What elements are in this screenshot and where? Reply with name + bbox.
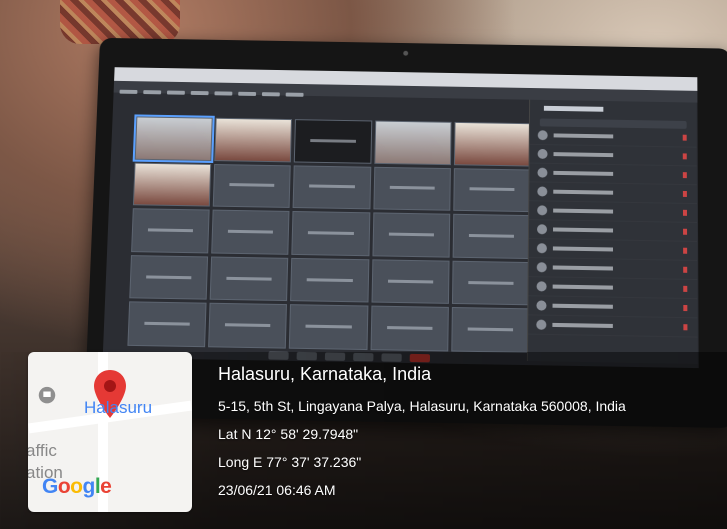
longitude: Long E 77° 37' 37.236" xyxy=(218,454,362,470)
video-tile xyxy=(290,257,369,303)
video-tile xyxy=(127,301,207,348)
logo-letter: o xyxy=(70,475,83,498)
video-tile xyxy=(453,167,531,213)
logo-letter: o xyxy=(57,475,71,498)
video-tile xyxy=(294,119,372,164)
video-tile xyxy=(452,213,531,259)
google-logo: Google xyxy=(42,475,112,499)
participants-panel xyxy=(526,99,698,365)
video-tile xyxy=(131,208,210,254)
street-address: 5-15, 5th St, Lingayana Palya, Halasuru,… xyxy=(218,398,626,414)
timestamp: 23/06/21 06:46 AM xyxy=(218,482,336,498)
video-tile xyxy=(370,305,449,352)
video-tile xyxy=(132,114,215,163)
webcam-icon xyxy=(403,50,409,56)
logo-letter: G xyxy=(42,475,58,498)
video-tile xyxy=(291,211,370,257)
video-tile xyxy=(451,307,530,353)
video-tile xyxy=(453,121,531,167)
laptop-screen xyxy=(102,67,699,369)
map-place-label: Halasuru xyxy=(84,398,153,417)
video-tile xyxy=(209,256,289,302)
video-tile xyxy=(373,166,451,211)
video-tile xyxy=(208,303,288,349)
logo-letter: g xyxy=(82,475,96,498)
latitude: Lat N 12° 58' 29.7948" xyxy=(218,426,359,442)
video-tile xyxy=(373,120,452,165)
video-tile xyxy=(212,163,292,209)
video-tile xyxy=(211,209,290,255)
video-tile xyxy=(292,165,371,210)
video-tile xyxy=(214,117,293,162)
video-tile xyxy=(451,260,530,306)
video-tile xyxy=(132,162,212,207)
video-tile xyxy=(129,254,209,301)
video-tile xyxy=(371,259,450,305)
video-grid xyxy=(127,114,531,353)
video-tile xyxy=(289,304,369,351)
map-thumbnail: Halasuru affic ation Google xyxy=(28,352,192,512)
video-tile xyxy=(372,212,451,258)
location-title: Halasuru, Karnataka, India xyxy=(218,364,432,384)
logo-letter: e xyxy=(100,475,112,498)
landmark-icon xyxy=(38,386,56,404)
